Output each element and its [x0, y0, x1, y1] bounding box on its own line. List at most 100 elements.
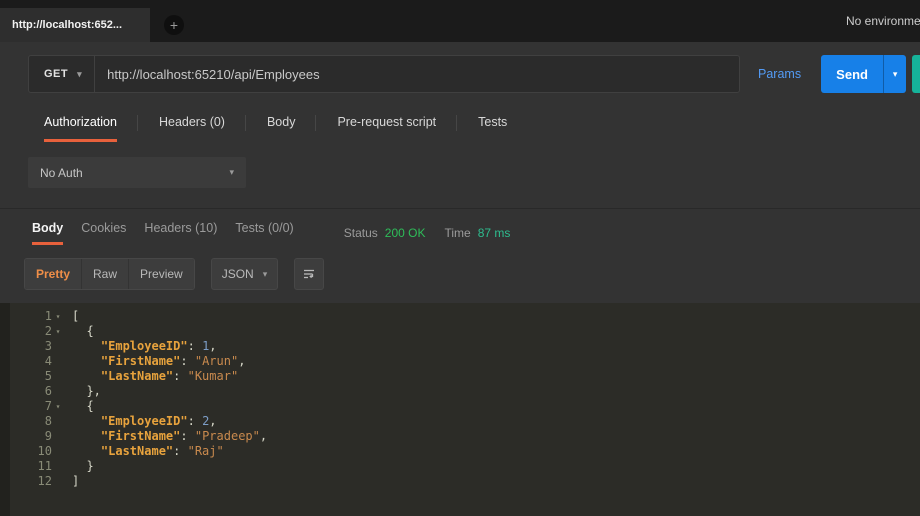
send-options-button[interactable]: ▾ [883, 55, 906, 93]
request-tab-pre-request-script[interactable]: Pre-request script [337, 104, 436, 142]
code-token [72, 369, 101, 383]
request-tab-body[interactable]: Body [267, 104, 296, 142]
response-view-controls: PrettyRawPreview JSON ▾ [0, 245, 920, 303]
editor-line: 12▾] [0, 474, 920, 489]
line-gutter: 2▾ [0, 324, 64, 339]
line-number: 1 [45, 309, 52, 324]
editor-line: 7▾ { [0, 399, 920, 414]
code-token: "EmployeeID" [101, 414, 188, 428]
fold-caret-icon[interactable]: ▾ [52, 399, 64, 414]
status-label: Status [344, 226, 378, 240]
editor-line: 4▾ "FirstName": "Arun", [0, 354, 920, 369]
wrap-text-button[interactable] [294, 258, 324, 290]
environment-selector[interactable]: No environment [846, 14, 920, 28]
request-tab-headers-0[interactable]: Headers (0) [159, 104, 225, 142]
params-button[interactable]: Params [740, 55, 819, 93]
environment-label: No environment [846, 14, 920, 28]
line-gutter: 4▾ [0, 354, 64, 369]
editor-line: 6▾ }, [0, 384, 920, 399]
code-token: "LastName" [101, 444, 173, 458]
code-line: "LastName": "Kumar" [64, 369, 238, 384]
editor-line: 9▾ "FirstName": "Pradeep", [0, 429, 920, 444]
code-token: ] [72, 474, 79, 488]
url-group: GET ▾ [28, 55, 740, 93]
line-gutter: 3▾ [0, 339, 64, 354]
request-tab[interactable]: http://localhost:652... [0, 8, 150, 42]
chevron-down-icon: ▾ [229, 168, 234, 177]
editor-line: 8▾ "EmployeeID": 2, [0, 414, 920, 429]
auth-type-select[interactable]: No Auth ▾ [28, 157, 246, 188]
url-row: GET ▾ Params Send ▾ [0, 42, 920, 104]
response-format-select[interactable]: JSON ▾ [211, 258, 279, 290]
code-token: "Raj" [188, 444, 224, 458]
response-tab-body[interactable]: Body [32, 209, 63, 245]
time-label: Time [444, 226, 470, 240]
code-token: "Arun" [195, 354, 238, 368]
code-token: : [173, 444, 187, 458]
method-select[interactable]: GET ▾ [29, 56, 95, 92]
code-token: "FirstName" [101, 354, 180, 368]
new-tab-button[interactable]: + [164, 15, 184, 35]
send-button[interactable]: Send [821, 55, 883, 93]
postman-app: http://localhost:652... + No environment… [0, 0, 920, 516]
line-gutter: 9▾ [0, 429, 64, 444]
chevron-down-icon: ▾ [77, 70, 82, 79]
code-line: ] [64, 474, 79, 489]
view-mode-preview[interactable]: Preview [129, 259, 194, 289]
code-line: { [64, 324, 94, 339]
wrap-text-icon [302, 267, 316, 281]
code-token [72, 414, 101, 428]
line-number: 10 [38, 444, 52, 459]
code-line: { [64, 399, 94, 414]
line-number: 4 [45, 354, 52, 369]
code-token [72, 339, 101, 353]
response-format-value: JSON [222, 267, 254, 281]
response-body-editor[interactable]: 1▾[2▾ {3▾ "EmployeeID": 1,4▾ "FirstName"… [0, 303, 920, 516]
code-token [72, 429, 101, 443]
code-line: "EmployeeID": 2, [64, 414, 217, 429]
code-token: [ [72, 309, 79, 323]
line-gutter: 1▾ [0, 309, 64, 324]
response-panel: Body Cookies Headers (10) Tests (0/0) Statu… [0, 208, 920, 516]
code-line: "LastName": "Raj" [64, 444, 224, 459]
view-mode-pretty[interactable]: Pretty [25, 259, 82, 289]
chevron-down-icon: ▾ [263, 270, 268, 279]
code-token: , [209, 339, 216, 353]
response-tab-tests-0-0[interactable]: Tests (0/0) [235, 209, 293, 245]
code-line: "FirstName": "Pradeep", [64, 429, 267, 444]
chevron-down-icon: ▾ [893, 69, 898, 79]
response-tab-cookies[interactable]: Cookies [81, 209, 126, 245]
line-number: 3 [45, 339, 52, 354]
code-token: { [72, 324, 94, 338]
request-tab-title: http://localhost:652... [12, 19, 122, 31]
line-gutter: 5▾ [0, 369, 64, 384]
fold-caret-icon[interactable]: ▾ [52, 309, 64, 324]
editor-line: 2▾ { [0, 324, 920, 339]
line-gutter: 7▾ [0, 399, 64, 414]
code-line: } [64, 459, 94, 474]
code-token [72, 444, 101, 458]
line-number: 11 [38, 459, 52, 474]
code-line: "FirstName": "Arun", [64, 354, 245, 369]
editor-line: 11▾ } [0, 459, 920, 474]
code-token: , [260, 429, 267, 443]
fold-caret-icon[interactable]: ▾ [52, 324, 64, 339]
cut-off-teal-button[interactable] [912, 55, 920, 93]
line-number: 8 [45, 414, 52, 429]
code-token: "LastName" [101, 369, 173, 383]
url-input[interactable] [95, 56, 739, 92]
view-mode-raw[interactable]: Raw [82, 259, 129, 289]
code-token: : [173, 369, 187, 383]
code-line: "EmployeeID": 1, [64, 339, 217, 354]
send-group: Send ▾ [821, 55, 906, 93]
view-mode-group: PrettyRawPreview [24, 258, 195, 290]
line-number: 6 [45, 384, 52, 399]
response-tab-headers-10[interactable]: Headers (10) [144, 209, 217, 245]
auth-type-value: No Auth [40, 166, 83, 180]
code-token: : [180, 354, 194, 368]
request-tab-authorization[interactable]: Authorization [44, 104, 117, 142]
request-tab-tests[interactable]: Tests [478, 104, 507, 142]
line-gutter: 10▾ [0, 444, 64, 459]
line-gutter: 12▾ [0, 474, 64, 489]
code-token: { [72, 399, 94, 413]
